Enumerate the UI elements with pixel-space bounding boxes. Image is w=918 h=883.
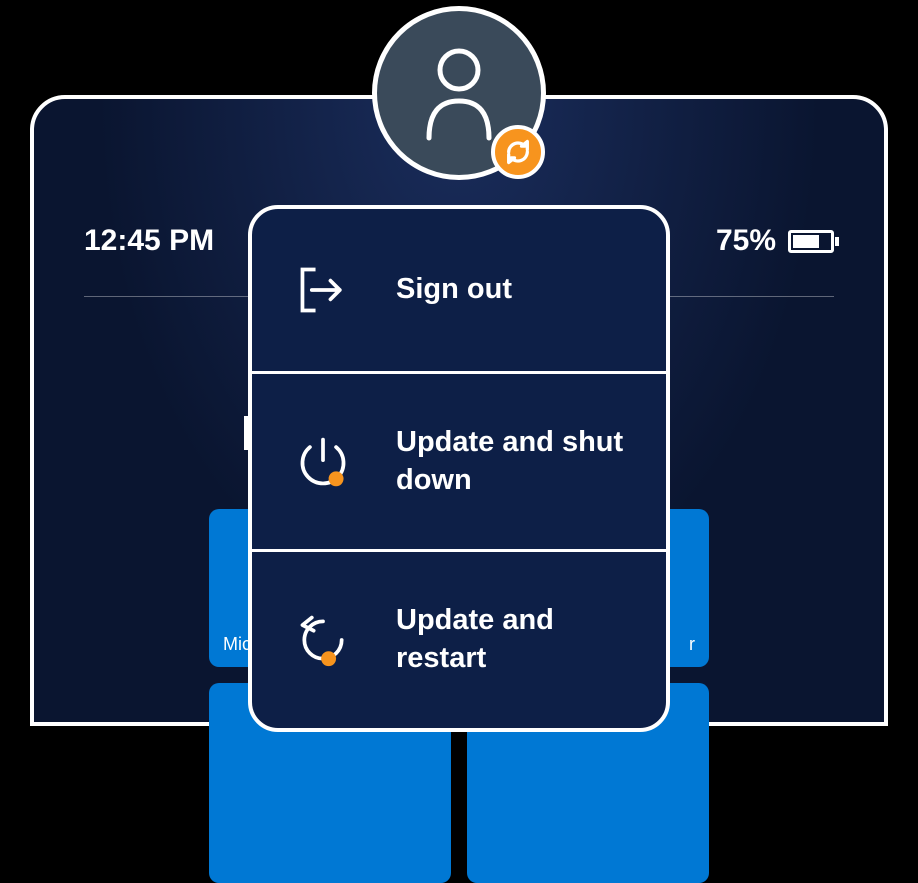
sign-out-icon bbox=[292, 259, 354, 321]
sign-out-label: Sign out bbox=[396, 271, 512, 309]
person-icon bbox=[419, 46, 499, 141]
update-restart-item[interactable]: Update and restart bbox=[252, 552, 666, 727]
battery-fill-level bbox=[793, 235, 819, 248]
battery-percent: 75% bbox=[716, 224, 776, 258]
sync-icon bbox=[504, 138, 532, 166]
sync-badge bbox=[491, 125, 545, 179]
status-right: 75% bbox=[716, 224, 834, 258]
update-shutdown-item[interactable]: Update and shut down bbox=[252, 374, 666, 552]
sign-out-item[interactable]: Sign out bbox=[252, 209, 666, 374]
power-menu: Sign out Update and shut down Update and… bbox=[248, 205, 670, 732]
tile-label-right-partial: r bbox=[689, 634, 695, 655]
user-avatar[interactable] bbox=[372, 6, 546, 180]
battery-icon bbox=[788, 230, 834, 253]
restart-update-icon bbox=[292, 609, 354, 671]
tile-label-left-partial: Mic bbox=[223, 634, 251, 655]
update-restart-label: Update and restart bbox=[396, 602, 626, 677]
power-update-icon bbox=[292, 431, 354, 493]
clock-time: 12:45 PM bbox=[84, 224, 214, 258]
update-shutdown-label: Update and shut down bbox=[396, 424, 626, 499]
